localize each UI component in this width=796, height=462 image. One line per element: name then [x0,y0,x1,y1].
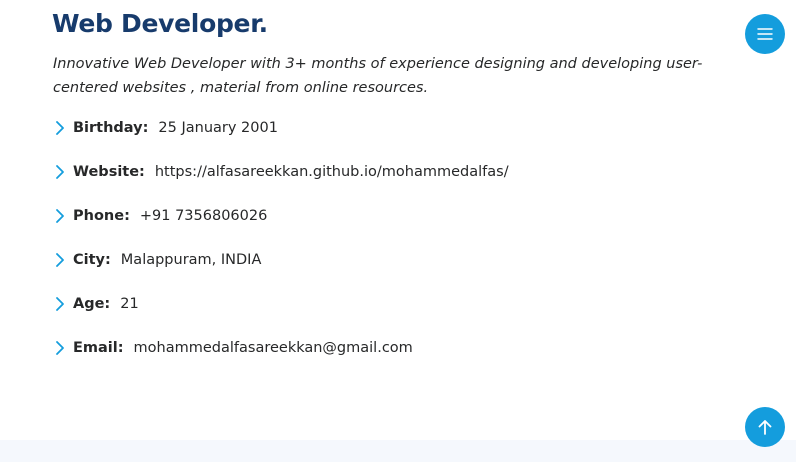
info-value-birthday: 25 January 2001 [158,120,278,136]
chevron-right-icon [56,297,64,311]
info-item-phone: Phone: +91 7356806026 [53,204,509,228]
info-label-birthday: Birthday: [73,120,149,136]
chevron-right-icon [56,121,64,135]
info-label-email: Email: [73,340,124,356]
info-value-age: 21 [120,296,139,312]
menu-button[interactable] [745,14,785,54]
page-title: Web Developer. [52,9,268,38]
page: Web Developer. Innovative Web Developer … [0,0,796,462]
info-value-email: mohammedalfasareekkan@gmail.com [133,340,413,356]
chevron-right-icon [56,209,64,223]
chevron-right-icon [56,165,64,179]
info-item-birthday: Birthday: 25 January 2001 [53,116,509,140]
info-list: Birthday: 25 January 2001 Website: https… [53,116,509,380]
arrow-up-icon [758,420,772,435]
info-label-city: City: [73,252,111,268]
back-to-top-button[interactable] [745,407,785,447]
menu-icon [757,28,773,40]
info-label-age: Age: [73,296,111,312]
footer-section [0,440,796,462]
info-item-age: Age: 21 [53,292,509,316]
info-label-website: Website: [73,164,145,180]
info-value-phone: +91 7356806026 [139,208,268,224]
info-item-city: City: Malappuram, INDIA [53,248,509,272]
info-value-website: https://alfasareekkan.github.io/mohammed… [154,164,509,180]
chevron-right-icon [56,341,64,355]
info-label-phone: Phone: [73,208,130,224]
info-value-city: Malappuram, INDIA [120,252,262,268]
intro-text: Innovative Web Developer with 3+ months … [53,56,703,96]
info-item-email: Email: mohammedalfasareekkan@gmail.com [53,336,509,360]
info-item-website: Website: https://alfasareekkan.github.io… [53,160,509,184]
chevron-right-icon [56,253,64,267]
